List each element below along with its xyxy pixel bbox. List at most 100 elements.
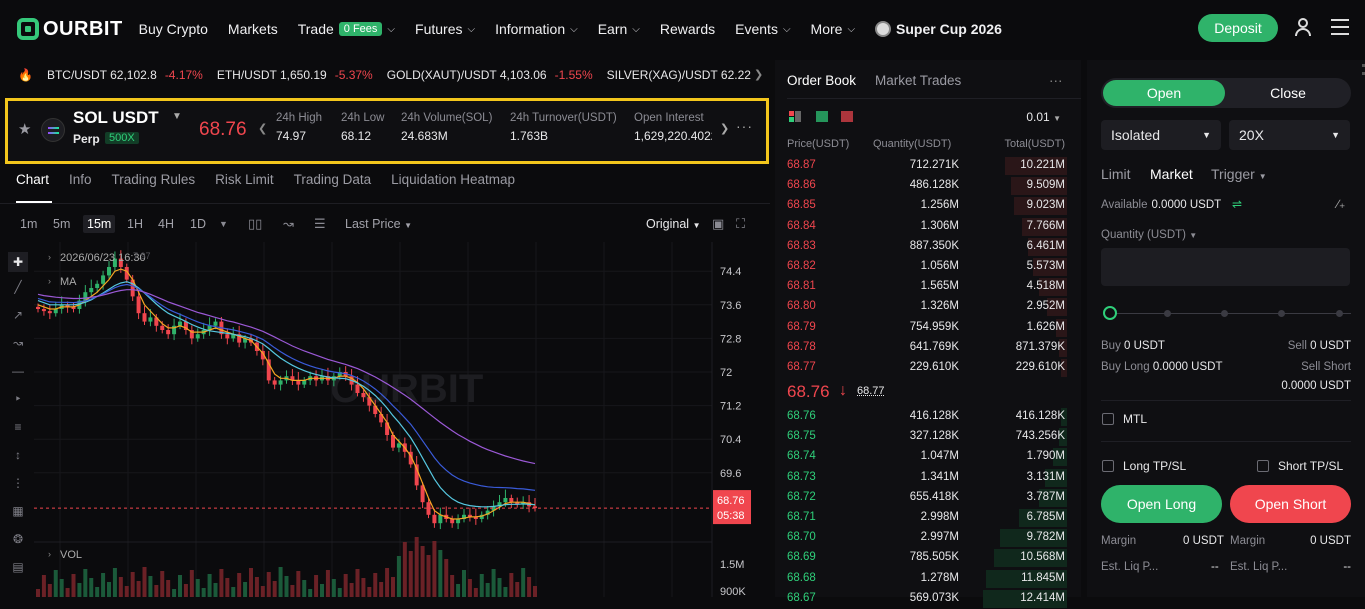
long-tpsl-checkbox[interactable] bbox=[1102, 460, 1114, 472]
tab-liquidation-heatmap[interactable]: Liquidation Heatmap bbox=[391, 172, 515, 198]
tab-trading-data[interactable]: Trading Data bbox=[294, 172, 372, 198]
quantity-slider-track[interactable] bbox=[1111, 313, 1351, 314]
quantity-label[interactable]: Quantity (USDT) ▼ bbox=[1101, 229, 1197, 241]
slider-step[interactable] bbox=[1221, 310, 1228, 317]
more-icon[interactable]: ··· bbox=[736, 118, 753, 134]
fullscreen-icon[interactable]: ⛶ bbox=[736, 216, 745, 232]
measure-icon[interactable]: ▤ bbox=[11, 560, 25, 574]
precision-select[interactable]: 0.01 ▼ bbox=[1026, 110, 1061, 124]
view-select[interactable]: Original ▼ bbox=[646, 217, 700, 231]
horizontal-ray-icon[interactable]: ‣ bbox=[11, 392, 25, 406]
leverage-select[interactable]: 20X ▼ bbox=[1229, 120, 1350, 150]
open-short-button[interactable]: Open Short bbox=[1230, 485, 1351, 523]
crosshair-icon[interactable]: ✚ bbox=[8, 252, 28, 272]
deposit-button[interactable]: Deposit bbox=[1198, 14, 1278, 42]
layout-icon[interactable]: ▣ bbox=[712, 216, 724, 232]
price-type-select[interactable]: Last Price ▼ bbox=[345, 217, 412, 231]
user-icon[interactable] bbox=[1294, 18, 1312, 38]
bid-row[interactable]: 68.71 2.998M 6.785M bbox=[775, 508, 1081, 528]
short-tpsl-checkbox[interactable] bbox=[1257, 460, 1269, 472]
chevron-right-icon[interactable]: ❯ bbox=[720, 122, 729, 135]
open-tab[interactable]: Open bbox=[1103, 80, 1225, 106]
trend-line-icon[interactable]: ╱ bbox=[11, 280, 25, 294]
bid-row[interactable]: 68.67 569.073K 12.414M bbox=[775, 589, 1081, 609]
nav-more[interactable]: More ⌵ bbox=[811, 21, 856, 37]
margin-mode-select[interactable]: Isolated ▼ bbox=[1101, 120, 1221, 150]
promo-super-cup[interactable]: Super Cup 2026 bbox=[875, 21, 1002, 37]
ask-row[interactable]: 68.79 754.959K 1.626M bbox=[775, 318, 1081, 338]
ob-view-bids-icon[interactable] bbox=[816, 111, 828, 122]
settings-list-icon[interactable]: ☰ bbox=[314, 216, 326, 232]
nav-buy-crypto[interactable]: Buy Crypto bbox=[139, 21, 208, 37]
quantity-slider-handle[interactable] bbox=[1103, 306, 1117, 320]
quantity-input[interactable] bbox=[1101, 248, 1350, 286]
timeframe-15m[interactable]: 15m bbox=[83, 215, 116, 233]
price-range-icon[interactable]: ⋮ bbox=[11, 476, 25, 490]
more-icon[interactable]: ··· bbox=[1049, 73, 1063, 88]
extended-line-icon[interactable]: ↝ bbox=[11, 336, 25, 350]
ray-line-icon[interactable]: ↗ bbox=[11, 308, 25, 322]
bid-row[interactable]: 68.72 655.418K 3.787M bbox=[775, 488, 1081, 508]
slider-step[interactable] bbox=[1336, 310, 1343, 317]
indicator-icon[interactable]: ↝ bbox=[283, 216, 294, 232]
ob-view-both-icon[interactable] bbox=[789, 111, 801, 122]
ask-row[interactable]: 68.83 887.350K 6.461M bbox=[775, 237, 1081, 257]
page-scrollbar[interactable] bbox=[1359, 64, 1365, 104]
transfer-icon[interactable]: ⇌ bbox=[1232, 197, 1242, 211]
bid-row[interactable]: 68.75 327.128K 743.256K bbox=[775, 427, 1081, 447]
timeframe-1m[interactable]: 1m bbox=[20, 217, 37, 231]
nav-earn[interactable]: Earn ⌵ bbox=[598, 21, 640, 37]
ask-row[interactable]: 68.86 486.128K 9.509M bbox=[775, 176, 1081, 196]
mark-price[interactable]: 68.77 bbox=[857, 385, 885, 397]
nav-futures[interactable]: Futures ⌵ bbox=[415, 21, 475, 37]
star-icon[interactable]: ★ bbox=[18, 120, 31, 138]
timeframe-4h[interactable]: 4H bbox=[158, 217, 174, 231]
bid-row[interactable]: 68.74 1.047M 1.790M bbox=[775, 447, 1081, 467]
ask-row[interactable]: 68.84 1.306M 7.766M bbox=[775, 217, 1081, 237]
slider-step[interactable] bbox=[1278, 310, 1285, 317]
slider-step[interactable] bbox=[1164, 310, 1171, 317]
timeframe-dropdown-icon[interactable]: ▼ bbox=[219, 219, 228, 229]
symbol-name[interactable]: SOL USDT bbox=[73, 108, 159, 128]
brand-logo[interactable]: OURBIT bbox=[17, 18, 123, 41]
price-chart[interactable]: 74.4 73.6 72.8 72 71.2 70.4 69.6 OURBIT 68.76 05:… bbox=[0, 242, 770, 598]
nav-markets[interactable]: Markets bbox=[228, 21, 278, 37]
parallel-channel-icon[interactable]: ≡ bbox=[11, 420, 25, 434]
hamburger-menu-icon[interactable] bbox=[1331, 19, 1349, 35]
chevron-left-icon[interactable]: ❮ bbox=[258, 122, 267, 135]
chevron-right-icon[interactable]: ❯ bbox=[754, 68, 763, 81]
fib-icon[interactable]: ▦ bbox=[11, 504, 25, 518]
ask-row[interactable]: 68.82 1.056M 5.573M bbox=[775, 257, 1081, 277]
nav-trade[interactable]: Trade 0 Fees ⌵ bbox=[298, 21, 395, 37]
order-type-limit[interactable]: Limit bbox=[1101, 166, 1131, 182]
nav-information[interactable]: Information ⌵ bbox=[495, 21, 578, 37]
ask-row[interactable]: 68.80 1.326M 2.952M bbox=[775, 297, 1081, 317]
bid-row[interactable]: 68.70 2.997M 9.782M bbox=[775, 528, 1081, 548]
timeframe-1h[interactable]: 1H bbox=[127, 217, 143, 231]
ticker-item[interactable]: GOLD(XAUT)/USDT 4,103.06 -1.55% bbox=[387, 68, 593, 82]
ob-view-asks-icon[interactable] bbox=[841, 111, 853, 122]
pattern-icon[interactable]: ❂ bbox=[11, 532, 25, 546]
bid-row[interactable]: 68.76 416.128K 416.128K bbox=[775, 407, 1081, 427]
ask-row[interactable]: 68.85 1.256M 9.023M bbox=[775, 196, 1081, 216]
calculator-icon[interactable]: ∕₊ bbox=[1337, 197, 1345, 211]
tab-market-trades[interactable]: Market Trades bbox=[875, 73, 961, 88]
vertical-line-icon[interactable]: ↕ bbox=[11, 448, 25, 462]
nav-rewards[interactable]: Rewards bbox=[660, 21, 715, 37]
ask-row[interactable]: 68.77 229.610K 229.610K bbox=[775, 358, 1081, 378]
order-type-trigger[interactable]: Trigger ▼ bbox=[1211, 166, 1267, 182]
order-type-market[interactable]: Market bbox=[1150, 166, 1193, 182]
bid-row[interactable]: 68.68 1.278M 11.845M bbox=[775, 569, 1081, 589]
tab-risk-limit[interactable]: Risk Limit bbox=[215, 172, 274, 198]
ticker-item[interactable]: ETH/USDT 1,650.19 -5.37% bbox=[217, 68, 373, 82]
timeframe-5m[interactable]: 5m bbox=[53, 217, 70, 231]
nav-events[interactable]: Events ⌵ bbox=[735, 21, 790, 37]
tab-order-book[interactable]: Order Book bbox=[787, 73, 856, 88]
ticker-item[interactable]: BTC/USDT 62,102.8 -4.17% bbox=[47, 68, 203, 82]
ask-row[interactable]: 68.87 712.271K 10.221M bbox=[775, 156, 1081, 176]
mtl-checkbox[interactable] bbox=[1102, 413, 1114, 425]
close-tab[interactable]: Close bbox=[1227, 80, 1349, 106]
ask-row[interactable]: 68.78 641.769K 871.379K bbox=[775, 338, 1081, 358]
tab-trading-rules[interactable]: Trading Rules bbox=[112, 172, 196, 198]
candle-type-icon[interactable]: ▯▯ bbox=[248, 216, 262, 232]
